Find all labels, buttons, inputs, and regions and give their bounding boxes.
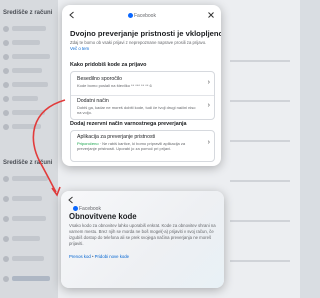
- separator: •: [91, 254, 94, 259]
- get-new-codes-link[interactable]: Pridobi nove kode: [95, 254, 129, 259]
- dialog-title: Obnovitvene kode: [69, 212, 137, 221]
- download-codes-link[interactable]: Prenos kod: [69, 254, 91, 259]
- recovery-links: Prenos kod • Pridobi nove kode: [69, 254, 219, 260]
- back-arrow-icon[interactable]: [67, 196, 75, 206]
- recovery-codes-dialog: Facebook Obnovitvene kode Vsako kodo za …: [61, 191, 224, 288]
- facebook-logo-icon: [73, 206, 78, 212]
- dialog-description: Vsako kodo za obnovitev lahko uporabiš e…: [69, 223, 216, 246]
